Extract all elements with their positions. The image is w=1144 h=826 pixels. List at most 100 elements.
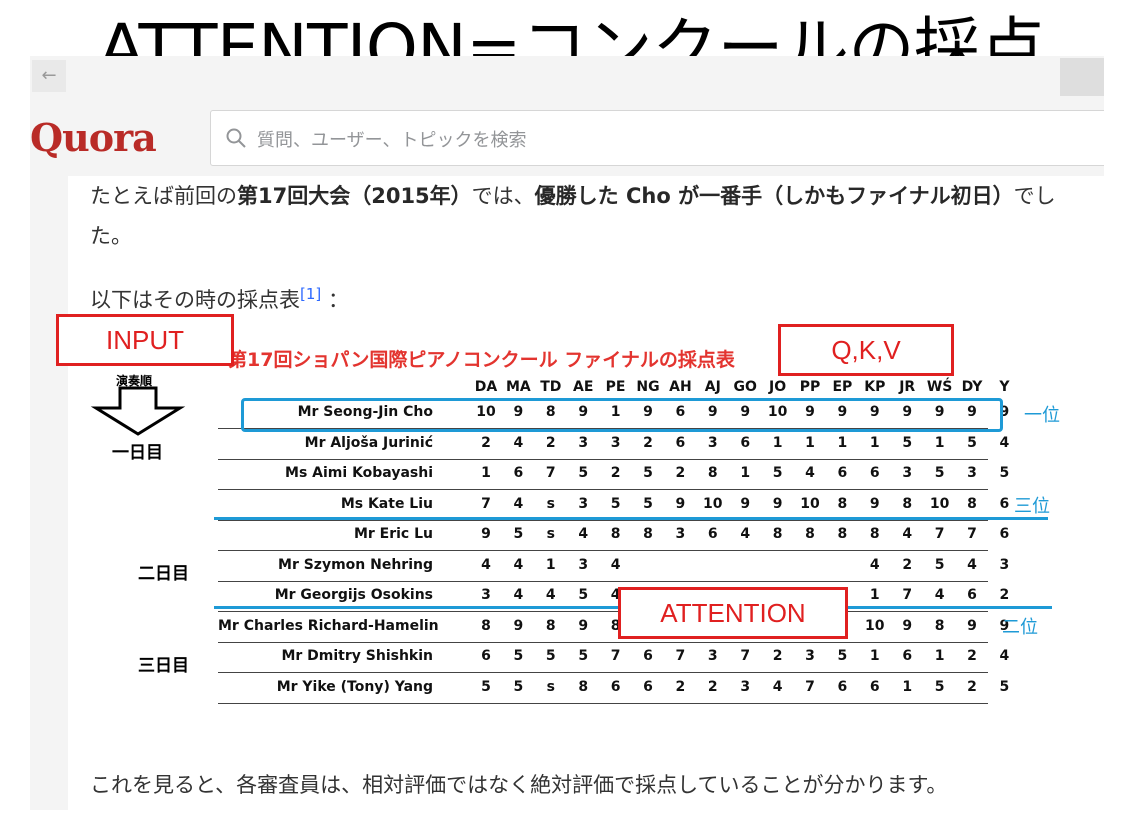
third-place-line (214, 517, 1048, 520)
score-cell: 3 (902, 465, 913, 481)
p1-text-c: では、 (471, 184, 535, 208)
score-cell: 5 (643, 495, 653, 512)
judge-header: JO (769, 379, 787, 395)
score-cell: 8 (610, 526, 621, 542)
score-cell: 6 (869, 678, 880, 695)
score-cell: 6 (902, 648, 913, 664)
score-cell: 1 (934, 434, 945, 451)
score-cell: 8 (545, 617, 556, 634)
third-place-label: 三位 (1014, 496, 1050, 517)
score-cell: s (546, 526, 555, 542)
score-cell: 5 (610, 495, 621, 512)
judge-header: AE (572, 379, 594, 395)
pianist-name: Ms Aimi Kobayashi (285, 465, 433, 481)
score-cell: 3 (578, 434, 589, 451)
score-cell: 9 (967, 617, 977, 634)
score-cell: 3 (675, 526, 686, 542)
score-cell: 6 (740, 434, 751, 451)
score-cell: 5 (513, 678, 524, 695)
judge-header: JR (899, 379, 916, 395)
score-cell: 6 (837, 678, 848, 695)
quora-header: Quora 質問、ユーザー、トピックを検索 (30, 106, 1104, 176)
score-cell: 1 (740, 465, 751, 481)
score-cell: 4 (545, 587, 556, 603)
judge-header: Y (999, 379, 1010, 395)
toolbar-block (1060, 58, 1104, 96)
score-cell: s (546, 678, 555, 695)
score-cell: 8 (707, 465, 718, 481)
first-place-label: 一位 (1024, 405, 1060, 426)
second-place-label: 二位 (1002, 617, 1038, 638)
score-cell: 5 (999, 465, 1010, 481)
score-cell: 7 (805, 678, 815, 695)
table-row: Mr Charles Richard-Hamelin89898107687671… (218, 612, 1009, 643)
score-cell: 3 (707, 648, 718, 664)
score-cell: 6 (513, 465, 524, 481)
score-cell: 5 (902, 434, 913, 451)
search-placeholder: 質問、ユーザー、トピックを検索 (257, 130, 527, 151)
score-cell: 6 (481, 648, 491, 664)
judge-header: DA (474, 379, 498, 395)
table-row: Ms Kate Liu 7 4 s 3 5 5 9 10 9 9 10 8 9 8 10 8 6 (218, 490, 1009, 521)
score-cell: 4 (772, 678, 783, 695)
score-cell: 10 (800, 495, 820, 512)
score-cell: 8 (902, 495, 913, 512)
score-cell: 4 (513, 434, 524, 451)
table-row: Mr Yike (Tony) Yang 5 5 s 8 6 6 2 2 3 4 7 6 6 1 5 2 5 (218, 673, 1009, 704)
score-cell: 9 (740, 495, 751, 512)
score-cell: 2 (545, 434, 556, 451)
score-cell: 9 (772, 495, 783, 512)
score-cell: 3 (610, 434, 621, 451)
score-cell: s (546, 495, 555, 512)
score-cell: 5 (578, 465, 589, 481)
score-cell: 2 (967, 648, 977, 664)
judge-header: PE (605, 379, 626, 395)
score-cell: 6 (707, 526, 718, 542)
score-cell: 1 (869, 434, 880, 451)
score-cell: 4 (513, 556, 524, 573)
score-cell: 6 (610, 678, 621, 695)
score-cell: 4 (740, 526, 751, 542)
down-arrow-icon (90, 386, 186, 436)
judge-header: DY (961, 379, 983, 395)
table-row: Mr Eric Lu 9 5 s 4 8 8 3 6 4 8 8 8 8 4 7 7 6 (218, 520, 1009, 551)
pianist-name: Ms Kate Liu (340, 495, 433, 512)
score-cell: 1 (805, 434, 815, 451)
score-cell: 8 (967, 495, 977, 512)
search-input[interactable]: 質問、ユーザー、トピックを検索 (210, 110, 1104, 166)
back-button[interactable]: ← (32, 60, 66, 92)
score-cell: 8 (837, 526, 848, 542)
score-cell: 5 (545, 648, 556, 664)
pianist-name: Mr Charles Richard-Hamelin (218, 617, 439, 634)
score-cell: 5 (481, 678, 491, 695)
score-cell: 8 (805, 526, 815, 542)
table-title: 第17回ショパン国際ピアノコンクール ファイナルの採点表 (228, 349, 735, 371)
winner-highlight-box (241, 398, 1003, 432)
pianist-name: Mr Dmitry Shishkin (281, 648, 433, 664)
score-cell: 3 (740, 678, 751, 695)
score-cell: 5 (999, 678, 1010, 695)
qkv-overlay-label: Q,K,V (778, 324, 954, 376)
score-cell: 7 (545, 465, 556, 481)
p2-text: 以下はその時の採点表 (90, 288, 300, 312)
score-cell: 6 (675, 434, 686, 451)
judge-header: AJ (704, 379, 721, 395)
score-cell: 8 (869, 526, 880, 542)
footnote-link[interactable]: [1] (300, 285, 321, 303)
score-cell: 3 (707, 434, 718, 451)
score-cell: 8 (934, 617, 945, 634)
score-cell: 2 (772, 648, 783, 664)
score-cell: 4 (967, 556, 977, 573)
score-cell: 4 (902, 526, 913, 542)
score-cell: 9 (869, 495, 880, 512)
score-cell: 7 (740, 648, 751, 664)
p2-colon: ： (327, 288, 349, 312)
table-row: Mr Szymon Nehring 4 4 1 3 4 4 2 5 4 3 (218, 551, 1009, 582)
score-cell: 5 (837, 648, 848, 664)
score-cell: 4 (805, 465, 815, 481)
quora-logo[interactable]: Quora (30, 115, 157, 160)
day-1-label: 一日目 (112, 443, 163, 463)
search-icon (226, 128, 246, 148)
score-cell: 10 (865, 617, 885, 634)
score-table-image: 第17回ショパン国際ピアノコンクール ファイナルの採点表 演奏順 一日目 二日目… (68, 314, 1104, 754)
